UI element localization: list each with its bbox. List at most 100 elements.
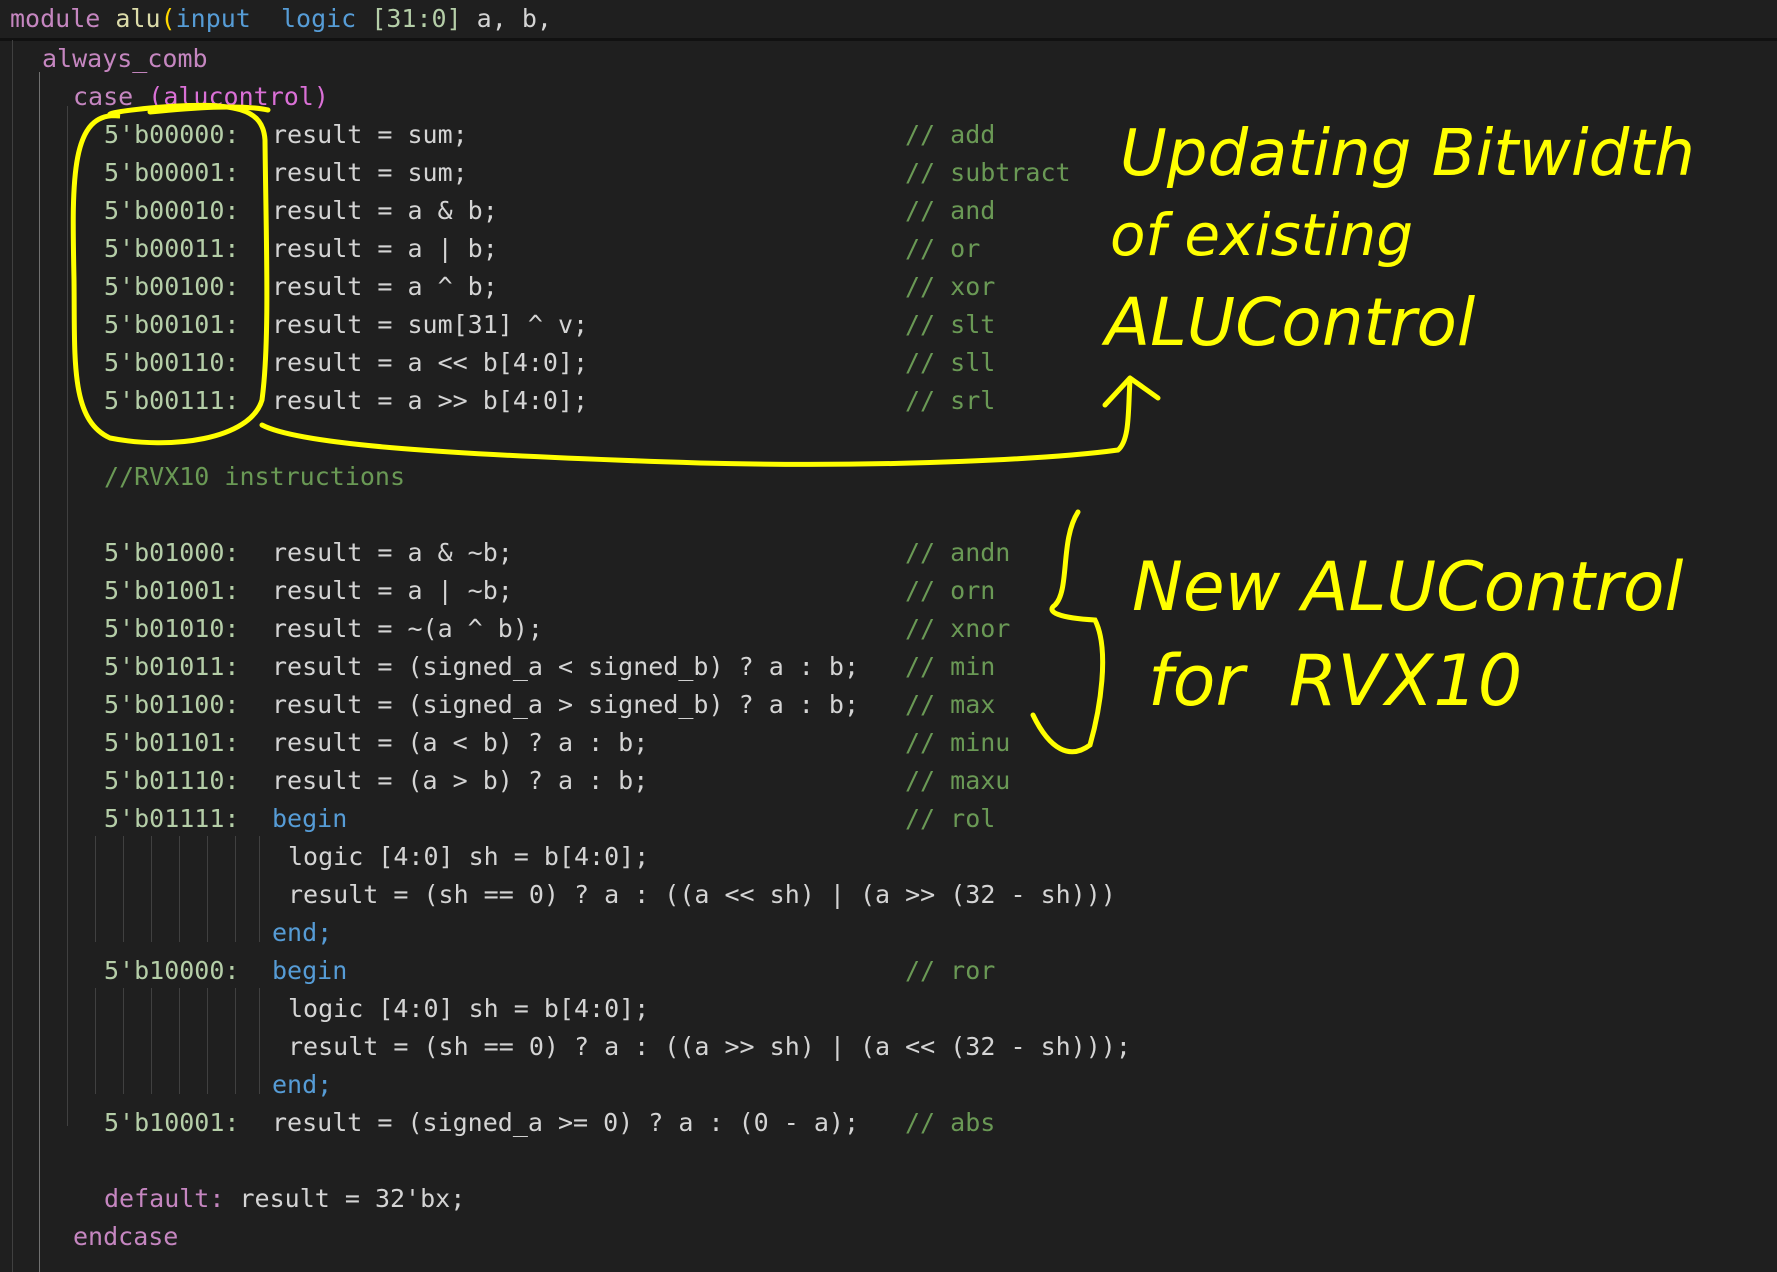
indent-guide	[259, 988, 260, 1094]
code-line-statement[interactable]: result = (signed_a > signed_b) ? a : b;	[272, 686, 859, 724]
statement: result = (signed_a < signed_b) ? a : b;	[272, 652, 859, 681]
keyword-case: case	[73, 82, 134, 111]
code-line-statement[interactable]: result = (signed_a >= 0) ? a : (0 - a);	[272, 1104, 859, 1142]
indent-guide	[123, 988, 124, 1094]
code-line-statement[interactable]: result = a & ~b;	[272, 534, 513, 572]
keyword-logic: logic	[280, 4, 357, 33]
keyword-end: end;	[272, 918, 333, 947]
code-line-case-item[interactable]: 5'b01000:	[104, 534, 239, 572]
code-line-statement[interactable]: result = sum;	[272, 116, 468, 154]
code-line-case-item[interactable]: 5'b01001:	[104, 572, 239, 610]
module-name: alu	[115, 4, 161, 33]
statement: logic [4:0] sh = b[4:0];	[288, 842, 650, 871]
statement: result = a & b;	[272, 196, 498, 225]
indent-guide	[259, 836, 260, 942]
code-line-statement[interactable]: result = a | ~b;	[272, 572, 513, 610]
code-editor[interactable]: module alu(input logic [31:0] a, b, alwa…	[0, 0, 1777, 1272]
code-line-case-item[interactable]: 5'b00010:	[104, 192, 239, 230]
indent-guide	[207, 836, 208, 942]
alucontrol-code: 5'b01101:	[104, 728, 240, 757]
code-line-statement[interactable]: result = a << b[4:0];	[272, 344, 588, 382]
code-line-statement[interactable]: result = a | b;	[272, 230, 498, 268]
alucontrol-code: 5'b00010:	[104, 196, 240, 225]
alucontrol-code: 5'b00110:	[104, 348, 240, 377]
code-line-case-item[interactable]: 5'b00101:	[104, 306, 239, 344]
indent-guide	[123, 836, 124, 942]
code-line-case-item[interactable]: 5'b10001:	[104, 1104, 239, 1142]
code-line-statement[interactable]: result = (signed_a < signed_b) ? a : b;	[272, 648, 859, 686]
alucontrol-code: 5'b00100:	[104, 272, 240, 301]
statement: result = a & ~b;	[272, 538, 513, 567]
code-line-statement[interactable]: end;	[272, 1066, 332, 1104]
code-comment: // minu	[905, 728, 1011, 757]
code-line-statement[interactable]: begin	[272, 952, 347, 990]
code-line-case-item[interactable]: 5'b00100:	[104, 268, 239, 306]
keyword-always-comb: always_comb	[42, 44, 208, 73]
code-line-statement[interactable]: result = ~(a ^ b);	[272, 610, 543, 648]
code-line-case-item[interactable]: 5'b00011:	[104, 230, 239, 268]
statement: result = (a < b) ? a : b;	[272, 728, 649, 757]
code-comment: // sll	[905, 348, 996, 377]
code-line-case-item[interactable]: 5'b01011:	[104, 648, 239, 686]
code-line-case-item[interactable]: 5'b00111:	[104, 382, 239, 420]
statement: result = ~(a ^ b);	[272, 614, 543, 643]
statement: logic [4:0] sh = b[4:0];	[288, 994, 650, 1023]
code-comment: // abs	[905, 1108, 996, 1137]
code-comment: // srl	[905, 386, 996, 415]
keyword-end: end;	[272, 1070, 333, 1099]
indent-guide	[95, 988, 96, 1094]
alucontrol-code: 5'b10001:	[104, 1108, 240, 1137]
code-line-case-item[interactable]: 5'b01111:	[104, 800, 239, 838]
statement: result = sum;	[272, 120, 468, 149]
section-comment[interactable]: //RVX10 instructions	[104, 458, 405, 496]
code-line-always-comb[interactable]: always_comb	[42, 40, 208, 78]
indent-guide	[95, 836, 96, 942]
statement: result = (sh == 0) ? a : ((a >> sh) | (a…	[288, 1032, 1131, 1061]
code-line-statement[interactable]: result = sum;	[272, 154, 468, 192]
code-line-case-item[interactable]: 5'b01101:	[104, 724, 239, 762]
code-line-statement[interactable]: result = a ^ b;	[272, 268, 498, 306]
indent-guide	[235, 988, 236, 1094]
code-line-case-item[interactable]: 5'b10000:	[104, 952, 239, 990]
code-line-statement[interactable]: result = (a > b) ? a : b;	[272, 762, 648, 800]
indent-guide	[179, 836, 180, 942]
alucontrol-code: 5'b00111:	[104, 386, 240, 415]
statement: result = sum[31] ^ v;	[272, 310, 589, 339]
statement: result = a | ~b;	[272, 576, 513, 605]
code-line-statement[interactable]: logic [4:0] sh = b[4:0];	[288, 838, 649, 876]
code-line-case-item[interactable]: 5'b01010:	[104, 610, 239, 648]
code-line-statement[interactable]: result = (sh == 0) ? a : ((a >> sh) | (a…	[288, 1028, 1131, 1066]
code-line-statement[interactable]: result = a & b;	[272, 192, 498, 230]
code-line-module[interactable]: module alu(input logic [31:0] a, b,	[10, 0, 552, 38]
statement: result = (a > b) ? a : b;	[272, 766, 649, 795]
code-comment: // add	[905, 120, 996, 149]
code-line-default[interactable]: default: result = 32'bx;	[104, 1180, 465, 1218]
code-comment: // xnor	[905, 614, 1011, 643]
code-line-case-item[interactable]: 5'b00000:	[104, 116, 239, 154]
paren: (	[160, 4, 176, 33]
code-line-case[interactable]: case (alucontrol)	[73, 78, 329, 116]
code-line-case-item[interactable]: 5'b01110:	[104, 762, 239, 800]
code-line-statement[interactable]: result = (a < b) ? a : b;	[272, 724, 648, 762]
statement: result = a ^ b;	[272, 272, 498, 301]
code-line-case-item[interactable]: 5'b00110:	[104, 344, 239, 382]
alucontrol-code: 5'b00011:	[104, 234, 240, 263]
keyword-default: default:	[104, 1184, 225, 1213]
code-line-statement[interactable]: end;	[272, 914, 332, 952]
code-line-statement[interactable]: begin	[272, 800, 347, 838]
indent-guide	[235, 836, 236, 942]
code-comment: // xor	[905, 272, 996, 301]
code-line-statement[interactable]: logic [4:0] sh = b[4:0];	[288, 990, 649, 1028]
alucontrol-code: 5'b01001:	[104, 576, 240, 605]
code-comment: // or	[905, 234, 981, 263]
code-line-statement[interactable]: result = sum[31] ^ v;	[272, 306, 588, 344]
code-line-statement[interactable]: result = (sh == 0) ? a : ((a << sh) | (a…	[288, 876, 1116, 914]
code-line-case-item[interactable]: 5'b01100:	[104, 686, 239, 724]
bit-range: [31:0]	[371, 4, 462, 33]
code-line-statement[interactable]: result = a >> b[4:0];	[272, 382, 588, 420]
alucontrol-code: 5'b01100:	[104, 690, 240, 719]
code-line-case-item[interactable]: 5'b00001:	[104, 154, 239, 192]
indent-guide	[207, 988, 208, 1094]
indent-guide	[67, 106, 68, 1126]
code-line-endcase[interactable]: endcase	[73, 1218, 178, 1256]
